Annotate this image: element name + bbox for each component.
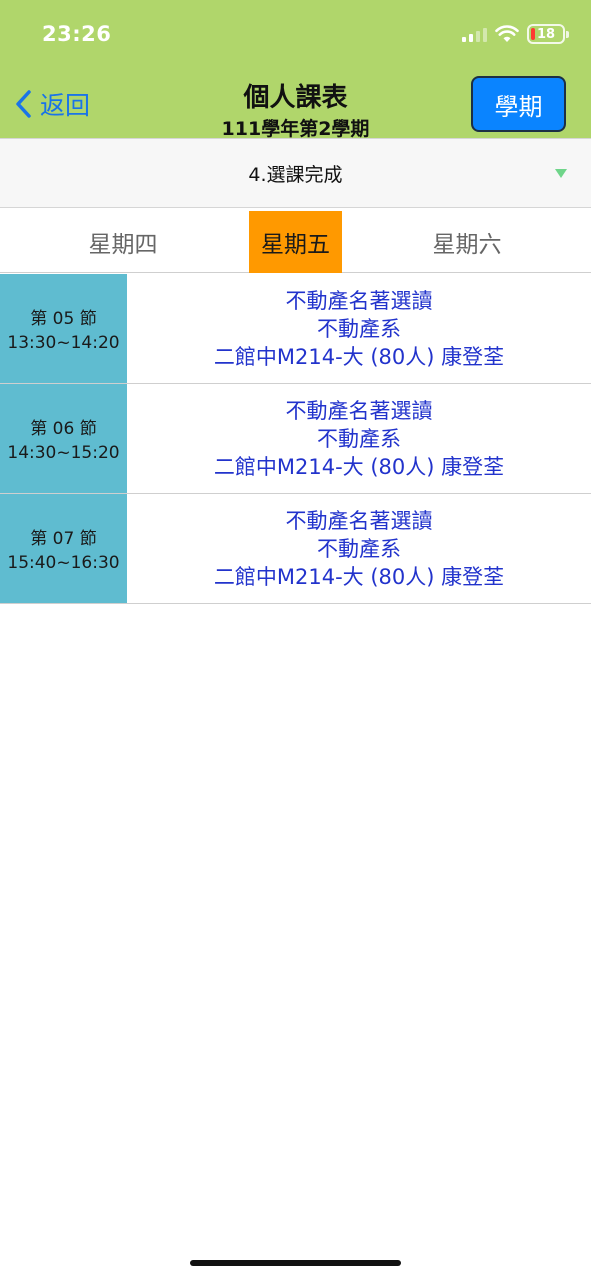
- schedule-row[interactable]: 第 06 節 14:30~15:20 不動產名著選讀 不動產系 二館中M214-…: [0, 384, 591, 494]
- status-time: 23:26: [42, 22, 112, 46]
- schedule-row[interactable]: 第 07 節 15:40~16:30 不動產名著選讀 不動產系 二館中M214-…: [0, 494, 591, 604]
- course-name: 不動產名著選讀: [285, 288, 433, 313]
- course-room: 二館中M214-大 (80人) 康登荃: [213, 454, 505, 479]
- period-name: 第 05 節: [30, 309, 97, 329]
- schedule-list: 第 05 節 13:30~14:20 不動產名著選讀 不動產系 二館中M214-…: [0, 274, 591, 604]
- cellular-signal-icon: [462, 26, 487, 42]
- weekday-tabs: 星期四 星期五 星期六: [0, 209, 591, 273]
- status-select-value: 4.選課完成: [248, 163, 343, 186]
- course-cell[interactable]: 不動產名著選讀 不動產系 二館中M214-大 (80人) 康登荃: [127, 384, 591, 493]
- period-name: 第 07 節: [30, 529, 97, 549]
- home-indicator[interactable]: [190, 1260, 401, 1266]
- period-name: 第 06 節: [30, 419, 97, 439]
- battery-level: 18: [536, 26, 556, 42]
- schedule-row[interactable]: 第 05 節 13:30~14:20 不動產名著選讀 不動產系 二館中M214-…: [0, 274, 591, 384]
- course-cell[interactable]: 不動產名著選讀 不動產系 二館中M214-大 (80人) 康登荃: [127, 494, 591, 603]
- period-cell: 第 07 節 15:40~16:30: [0, 494, 127, 603]
- dropdown-arrow-icon: [555, 169, 567, 178]
- period-cell: 第 06 節 14:30~15:20: [0, 384, 127, 493]
- period-time: 13:30~14:20: [7, 333, 120, 353]
- status-select[interactable]: 4.選課完成: [0, 138, 591, 208]
- status-icons: 18: [462, 24, 569, 44]
- course-name: 不動產名著選讀: [285, 508, 433, 533]
- course-dept: 不動產系: [317, 316, 401, 341]
- period-cell: 第 05 節 13:30~14:20: [0, 274, 127, 383]
- tab-saturday[interactable]: 星期六: [404, 211, 530, 273]
- course-name: 不動產名著選讀: [285, 398, 433, 423]
- wifi-icon: [495, 25, 519, 42]
- battery-icon: 18: [527, 24, 569, 44]
- period-time: 15:40~16:30: [7, 553, 120, 573]
- course-room: 二館中M214-大 (80人) 康登荃: [213, 564, 505, 589]
- term-button[interactable]: 學期: [471, 76, 566, 132]
- header: 23:26 18 返回 個人課表 111學年第2學期 學期: [0, 0, 591, 140]
- period-time: 14:30~15:20: [7, 443, 120, 463]
- course-cell[interactable]: 不動產名著選讀 不動產系 二館中M214-大 (80人) 康登荃: [127, 274, 591, 383]
- course-dept: 不動產系: [317, 536, 401, 561]
- tab-thursday[interactable]: 星期四: [60, 211, 186, 273]
- course-room: 二館中M214-大 (80人) 康登荃: [213, 344, 505, 369]
- tab-friday[interactable]: 星期五: [249, 211, 342, 273]
- course-dept: 不動產系: [317, 426, 401, 451]
